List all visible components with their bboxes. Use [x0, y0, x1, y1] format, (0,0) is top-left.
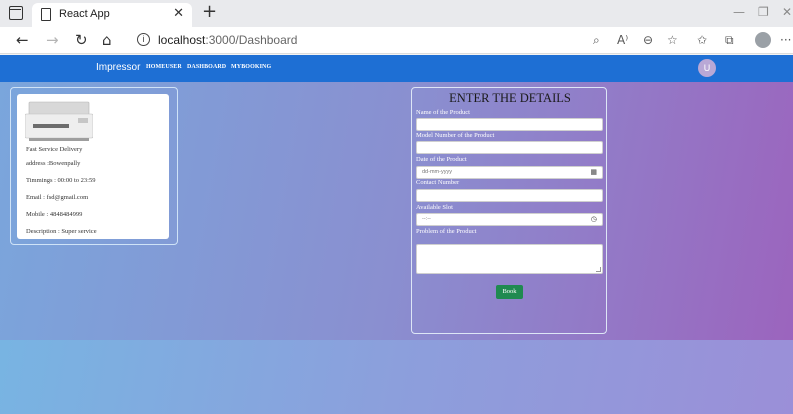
address-bar: ← → ↻ ⌂ i localhost:3000/Dashboard ⌕ A⁾ …	[0, 27, 793, 54]
refresh-icon[interactable]: ↻	[75, 31, 88, 49]
tab-title: React App	[59, 8, 110, 20]
tab-actions-icon[interactable]	[9, 6, 23, 20]
service-title: Fast Service Delivery	[26, 146, 83, 153]
service-mobile: Mobile : 4848484999	[26, 211, 83, 218]
url-field[interactable]: localhost:3000/Dashboard	[158, 33, 297, 47]
slot-placeholder: --:--	[422, 216, 431, 222]
model-number-input[interactable]	[416, 141, 603, 154]
new-tab-icon[interactable]: +	[202, 2, 217, 22]
browser-tab[interactable]: React App ✕	[32, 3, 192, 27]
date-input[interactable]: dd-mm-yyyy ▦	[416, 166, 603, 179]
printer-image	[25, 101, 93, 141]
zoom-icon[interactable]: ⊖	[643, 32, 653, 48]
book-button[interactable]: Book	[496, 285, 523, 299]
minimize-icon[interactable]: —	[733, 4, 745, 20]
date-placeholder: dd-mm-yyyy	[422, 169, 452, 175]
booking-form: ENTER THE DETAILS Name of the Product Mo…	[411, 87, 607, 334]
info-icon[interactable]: i	[137, 33, 150, 46]
problem-label: Problem of the Product	[416, 228, 477, 235]
nav-link-mybooking[interactable]: MYBOOKING	[231, 64, 271, 70]
service-email: Email : fsd@gmail.com	[26, 194, 89, 201]
clock-icon[interactable]: ◷	[591, 214, 597, 225]
collections-icon[interactable]: ⧉	[725, 32, 734, 48]
page-icon	[41, 8, 51, 21]
product-name-label: Name of the Product	[416, 109, 470, 116]
tab-close-icon[interactable]: ✕	[173, 6, 184, 22]
search-icon[interactable]: ⌕	[593, 32, 600, 48]
browser-tab-bar: React App ✕ + — ❐ ✕	[0, 0, 793, 27]
restore-icon[interactable]: ❐	[758, 4, 769, 20]
nav-link-dashboard[interactable]: DASHBOARD	[187, 64, 226, 70]
profile-icon[interactable]	[755, 32, 771, 48]
problem-textarea[interactable]	[416, 244, 603, 274]
url-path: :3000/Dashboard	[205, 33, 298, 47]
footer-band	[0, 340, 793, 414]
nav-link-homeuser[interactable]: HOMEUSER	[146, 64, 182, 70]
favorite-icon[interactable]: ☆	[667, 32, 678, 48]
more-icon[interactable]: ···	[780, 32, 791, 48]
favorites-icon[interactable]: ✩	[697, 32, 707, 48]
forward-icon[interactable]: →	[46, 31, 59, 49]
brand-link[interactable]: Impressor	[96, 62, 140, 73]
back-icon[interactable]: ←	[16, 31, 29, 49]
model-number-label: Model Number of the Product	[416, 132, 495, 139]
service-timings: Timmings : 00:00 to 23:59	[26, 177, 96, 184]
date-label: Date of the Product	[416, 156, 467, 163]
navbar: Impressor HOMEUSER DASHBOARD MYBOOKING U	[0, 55, 793, 82]
user-avatar[interactable]: U	[698, 59, 716, 77]
contact-number-label: Contact Number	[416, 179, 460, 186]
service-card[interactable]: Fast Service Delivery address :Bowenpall…	[17, 94, 169, 239]
contact-number-input[interactable]	[416, 189, 603, 202]
page-content: Impressor HOMEUSER DASHBOARD MYBOOKING U…	[0, 55, 793, 414]
close-window-icon[interactable]: ✕	[782, 4, 792, 20]
product-name-input[interactable]	[416, 118, 603, 131]
read-aloud-icon[interactable]: A⁾	[617, 32, 628, 48]
url-host: localhost	[158, 33, 206, 47]
available-slot-label: Available Slot	[416, 204, 453, 211]
service-address: address :Bowenpally	[26, 160, 81, 167]
service-description: Description : Super service	[26, 228, 97, 235]
calendar-icon[interactable]: ▦	[590, 167, 597, 178]
form-title: ENTER THE DETAILS	[449, 91, 571, 105]
available-slot-input[interactable]: --:-- ◷	[416, 213, 603, 226]
home-icon[interactable]: ⌂	[102, 31, 112, 49]
